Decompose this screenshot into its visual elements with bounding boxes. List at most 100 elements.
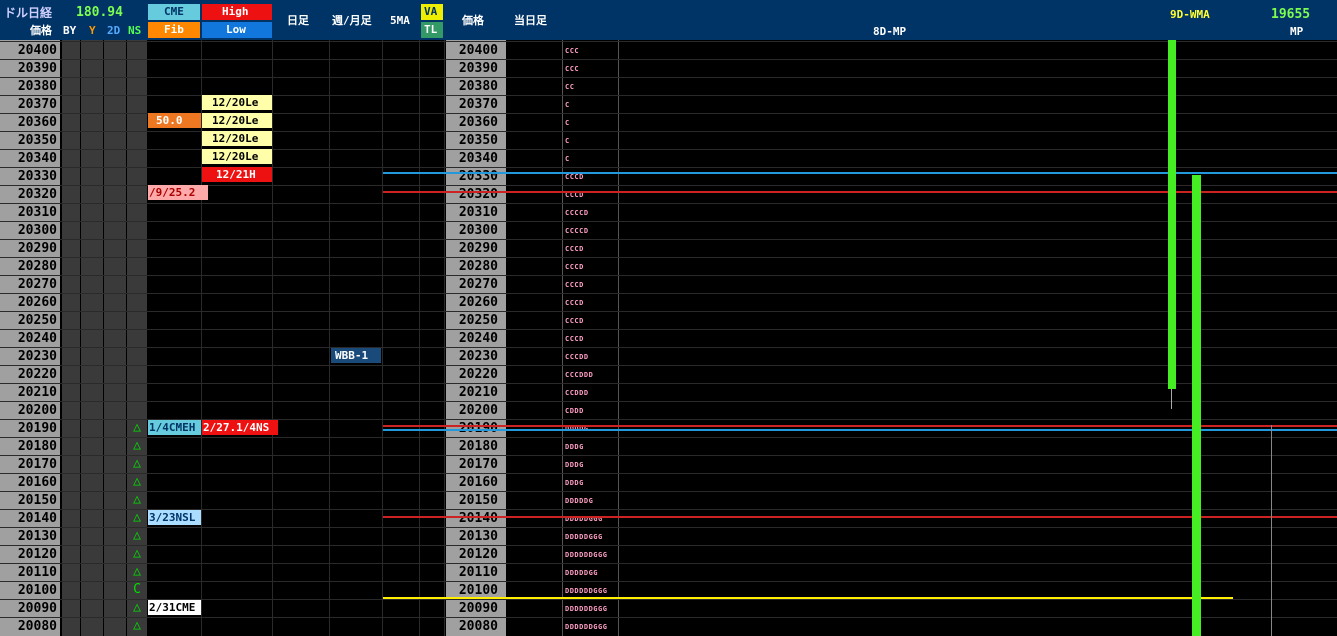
price-label-mid: 20210 (458, 385, 498, 400)
price-row: 20290 20290 CCCD (0, 239, 1337, 258)
ns-triangle-icon: △ (133, 492, 141, 507)
ns-triangle-icon: △ (133, 600, 141, 615)
low-header-cell: Low (202, 22, 272, 38)
low-label-1: 12/20Le (202, 95, 272, 110)
price-label-mid: 20230 (458, 349, 498, 364)
price-row: 20340 20340 C (0, 149, 1337, 168)
col-2d-header: 2D (107, 24, 121, 37)
price-label-mid: 20180 (458, 439, 498, 454)
price-label-mid: 20380 (458, 79, 498, 94)
price-label-left: 20190 (17, 421, 57, 436)
price-label-left: 20250 (17, 313, 57, 328)
tpo-letters: C (565, 119, 570, 127)
tpo-letters: DDDDDGG (565, 569, 599, 577)
price-label-left: 20140 (17, 511, 57, 526)
weekly-monthly-header: 週/月足 (332, 14, 372, 27)
price-row: 20150 20150 DDDDDG (0, 491, 1337, 510)
tpo-letters: DDDDDGGG (565, 533, 603, 541)
price-label-left: 20330 (17, 169, 57, 184)
profile-bar-1 (1168, 40, 1176, 389)
daily-header: 日足 (287, 14, 309, 27)
price-row: 20130 20130 DDDDDGGG (0, 527, 1337, 546)
mp-8d-header: 8D-MP (873, 25, 907, 38)
price-label-left: 20100 (17, 583, 57, 598)
price-header-mid: 価格 (462, 14, 484, 27)
ns-triangle-icon: △ (133, 528, 141, 543)
price-row: 20230 20230 CCCDD (0, 347, 1337, 366)
cme-231-label: 2/31CME (148, 600, 201, 615)
tpo-letters: CCDDD (565, 389, 589, 397)
price-label-left: 20130 (17, 529, 57, 544)
price-row: 20300 20300 CCCCD (0, 221, 1337, 240)
fib-header-cell: Fib (148, 22, 200, 38)
price-label-mid: 20240 (458, 331, 498, 346)
price-label-mid: 20250 (458, 313, 498, 328)
tpo-letters: CC (565, 83, 575, 91)
price-label-left: 20270 (17, 277, 57, 292)
ns-triangle-icon: △ (133, 438, 141, 453)
price-label-left: 20180 (17, 439, 57, 454)
price-label-mid: 20140 (458, 511, 498, 526)
price-label-left: 20080 (17, 619, 57, 634)
price-label-mid: 20310 (458, 205, 498, 220)
price-label-mid: 20170 (458, 457, 498, 472)
price-row: 20350 20350 C (0, 131, 1337, 150)
price-label-mid: 20090 (458, 601, 498, 616)
col-by-header: BY (63, 24, 77, 37)
price-label-mid: 20220 (458, 367, 498, 382)
price-row: 20380 20380 CC (0, 77, 1337, 96)
tpo-letters: CCCD (565, 263, 584, 271)
price-row: 20180 20180 DDDG (0, 437, 1337, 456)
price-row: 20160 20160 DDDG (0, 473, 1337, 492)
price-label-left: 20370 (17, 97, 57, 112)
wma-label: 9D-WMA (1170, 8, 1210, 21)
tpo-letters: DDDDDGGG (565, 515, 603, 523)
profile-bar-1-tail (1171, 389, 1172, 409)
price-row: 20390 20390 CCC (0, 59, 1337, 78)
tpo-letters: CCCD (565, 335, 584, 343)
price-row: 20210 20210 CCDDD (0, 383, 1337, 402)
price-label-left: 20290 (17, 241, 57, 256)
tpo-letters: CCCD (565, 299, 584, 307)
price-row: 20330 20330 CCCD (0, 167, 1337, 186)
price-row: 20220 20220 CCCDDD (0, 365, 1337, 384)
price-label-left: 20260 (17, 295, 57, 310)
va-high-line (383, 172, 1337, 174)
price-row: 20400 20400 CCC (0, 41, 1337, 60)
price-label-left: 20110 (17, 565, 57, 580)
tpo-letters: CCCDD (565, 353, 589, 361)
cme-header-cell: CME (148, 4, 200, 20)
price-label-left: 20350 (17, 133, 57, 148)
tpo-letters: C (565, 101, 570, 109)
tpo-letters: CDDD (565, 407, 584, 415)
price-label-left: 20360 (17, 115, 57, 130)
usdjpy-value: 180.94 (76, 5, 123, 20)
price-row: 20200 20200 CDDD (0, 401, 1337, 420)
ns-triangle-icon: △ (133, 564, 141, 579)
price-label-left: 20210 (17, 385, 57, 400)
price-label-left: 20120 (17, 547, 57, 562)
mp-marker-line (1271, 425, 1272, 636)
price-label-mid: 20290 (458, 241, 498, 256)
price-label-mid: 20130 (458, 529, 498, 544)
price-label-mid: 20300 (458, 223, 498, 238)
tpo-letters: CCCCD (565, 209, 589, 217)
ns-triangle-icon: △ (133, 456, 141, 471)
price-label-mid: 20320 (458, 187, 498, 202)
price-label-mid: 20110 (458, 565, 498, 580)
price-row: 20280 20280 CCCD (0, 257, 1337, 276)
price-label-mid: 20400 (458, 43, 498, 58)
price-label-left: 20310 (17, 205, 57, 220)
price-label-mid: 20330 (458, 169, 498, 184)
high-27-label: 2/27.1/4NS (202, 420, 278, 435)
price-row: 20080 20080 DDDDDDGGG (0, 617, 1337, 636)
price-row: 20240 20240 CCCD (0, 329, 1337, 348)
tpo-letters: DDDDDDGGG (565, 623, 608, 631)
ns-triangle-icon: △ (133, 420, 141, 435)
header-bar: ドル日経 180.94 価格 BY Y 2D NS CME Fib High L… (0, 0, 1337, 40)
today-header: 当日足 (514, 14, 547, 27)
price-row: 20110 20110 DDDDDGG (0, 563, 1337, 582)
low-label-2: 12/20Le (202, 113, 272, 128)
price-label-left: 20300 (17, 223, 57, 238)
profile-bar-2 (1192, 175, 1201, 636)
